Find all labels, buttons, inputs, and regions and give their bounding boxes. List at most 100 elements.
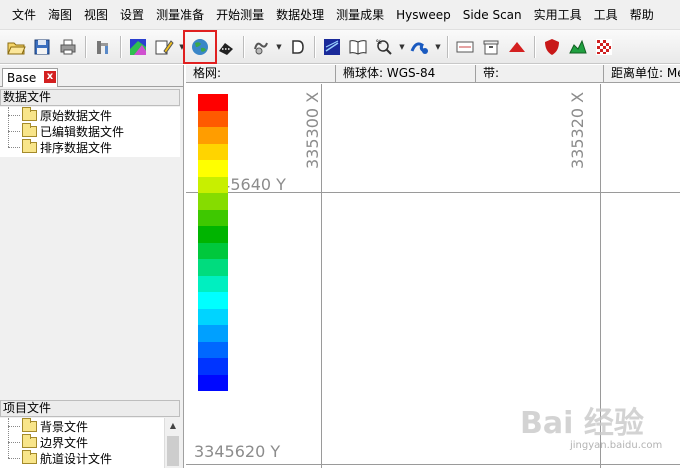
colorbar-swatch [198, 226, 228, 243]
menu-item-11[interactable]: 工具 [588, 0, 624, 30]
colorbar-swatch [198, 160, 228, 177]
panel-tabbar: Base x [0, 65, 183, 87]
globe-icon[interactable] [183, 29, 217, 64]
colorbar-swatch [198, 176, 228, 193]
book-icon[interactable] [346, 35, 370, 59]
tree-lines [8, 107, 9, 147]
ellipsoid-field: 椭球体: WGS-84 [336, 65, 476, 82]
toolbar-separator [447, 35, 448, 58]
chart-icon[interactable] [126, 35, 150, 59]
colorbar-swatch [198, 275, 228, 292]
menu-item-1[interactable]: 海图 [42, 0, 78, 30]
wave-dropdown-arrow[interactable]: ▼ [434, 35, 442, 59]
watermark-logo: Bai 经验 [520, 406, 644, 441]
y-label-bottom: 3345620 Y [194, 442, 281, 461]
project-files-tree: 背景文件 边界文件 航道设计文件 [0, 417, 180, 468]
close-icon[interactable]: x [44, 71, 56, 83]
tide-icon[interactable] [249, 35, 273, 59]
toolbar: ▼ ▼ % ▼ ▼ [0, 29, 680, 64]
toolbar-separator [120, 35, 121, 58]
wave-icon[interactable] [408, 35, 432, 59]
project-files-scrollbar[interactable]: ▲ [164, 418, 180, 468]
colorbar-swatch [198, 325, 228, 342]
shield-icon[interactable] [540, 35, 564, 59]
colorbar-swatch [198, 110, 228, 127]
tree-item[interactable]: 边界文件 [0, 433, 180, 450]
menu-item-9[interactable]: Side Scan [457, 0, 528, 30]
tree-item[interactable]: 已编辑数据文件 [0, 122, 180, 139]
matrix-icon[interactable] [320, 35, 344, 59]
colorbar-swatch [198, 374, 228, 391]
save-icon[interactable] [30, 35, 54, 59]
hardware-icon[interactable] [91, 35, 115, 59]
tree-item[interactable]: 航道设计文件 [0, 449, 180, 466]
depth-colorbar [198, 94, 228, 391]
folder-icon [22, 449, 37, 464]
data-files-tree: 原始数据文件 已编辑数据文件 排序数据文件 [0, 106, 180, 157]
panel-icon[interactable] [453, 35, 477, 59]
grid-icon[interactable] [592, 35, 616, 59]
menu-item-2[interactable]: 视图 [78, 0, 114, 30]
colorbar-swatch [198, 209, 228, 226]
grid-field: 格网: [186, 65, 336, 82]
tree-item-label: 边界文件 [40, 435, 89, 450]
menu-item-5[interactable]: 开始测量 [210, 0, 270, 30]
sounding-dropdown-arrow[interactable]: ▼ [398, 35, 406, 59]
menu-item-3[interactable]: 设置 [114, 0, 150, 30]
folder-icon [22, 138, 37, 153]
tree-item-label: 已编辑数据文件 [40, 124, 125, 139]
menu-item-0[interactable]: 文件 [6, 0, 42, 30]
terrain-icon[interactable] [566, 35, 590, 59]
scroll-up-icon[interactable]: ▲ [165, 418, 181, 434]
data-files-header[interactable]: 数据文件 [0, 89, 180, 106]
folder-icon [22, 122, 37, 137]
menu-item-7[interactable]: 测量成果 [330, 0, 390, 30]
sounding-icon[interactable]: % [372, 35, 396, 59]
tree-item[interactable]: 排序数据文件 [0, 138, 180, 155]
tide-dropdown-arrow[interactable]: ▼ [275, 35, 283, 59]
menu-item-4[interactable]: 测量准备 [150, 0, 210, 30]
menu-item-12[interactable]: 帮助 [624, 0, 660, 30]
toolbar-separator [534, 35, 535, 58]
d-icon[interactable] [285, 35, 309, 59]
print-icon[interactable] [56, 35, 80, 59]
toolbar-separator [85, 35, 86, 58]
menu-item-8[interactable]: Hysweep [390, 0, 457, 30]
project-files-area: 背景文件 边界文件 航道设计文件 ▲ [0, 417, 180, 468]
tab-base-label: Base [7, 71, 37, 85]
svg-text:%: % [376, 39, 382, 46]
folder-icon [22, 417, 37, 432]
menu-item-10[interactable]: 实用工具 [528, 0, 588, 30]
grid-line-horizontal [186, 464, 680, 465]
folder-icon [22, 106, 37, 121]
colorbar-swatch [198, 242, 228, 259]
tree-item[interactable]: 原始数据文件 [0, 106, 180, 123]
edit-icon[interactable] [152, 35, 176, 59]
menu-item-6[interactable]: 数据处理 [270, 0, 330, 30]
open-icon[interactable] [4, 35, 28, 59]
tree-item-label: 排序数据文件 [40, 140, 113, 155]
tin-icon[interactable] [505, 35, 529, 59]
project-files-header[interactable]: 项目文件 [0, 400, 180, 417]
colorbar-swatch [198, 358, 228, 375]
x-label-right: 335320 X [568, 91, 587, 169]
survey-boat-icon[interactable] [214, 35, 238, 59]
archive-icon[interactable] [479, 35, 503, 59]
edit-dropdown-arrow[interactable]: ▼ [178, 35, 186, 59]
tree-lines [8, 418, 9, 458]
menu-bar: 文件 海图 视图 设置 测量准备 开始测量 数据处理 测量成果 Hysweep Side Scan… [0, 0, 680, 30]
colorbar-swatch [198, 193, 228, 210]
zone-field: 带: [476, 65, 604, 82]
tree-item-label: 航道设计文件 [40, 451, 113, 466]
watermark-url: jingyan.baidu.com [570, 440, 663, 451]
base-panel: Base x 数据文件 原始数据文件 已编辑数据文件 排序数据文件 项目文件 背景文… [0, 65, 184, 468]
x-label-left: 335300 X [303, 91, 322, 169]
colorbar-swatch [198, 308, 228, 325]
toolbar-separator [243, 35, 244, 58]
tree-item-label: 原始数据文件 [40, 108, 113, 123]
map-status-header: 格网: 椭球体: WGS-84 带: 距离单位: Me [186, 65, 680, 83]
scroll-thumb[interactable] [167, 436, 179, 466]
colorbar-swatch [198, 259, 228, 276]
tree-item[interactable]: 背景文件 [0, 417, 180, 434]
colorbar-swatch [198, 94, 228, 111]
